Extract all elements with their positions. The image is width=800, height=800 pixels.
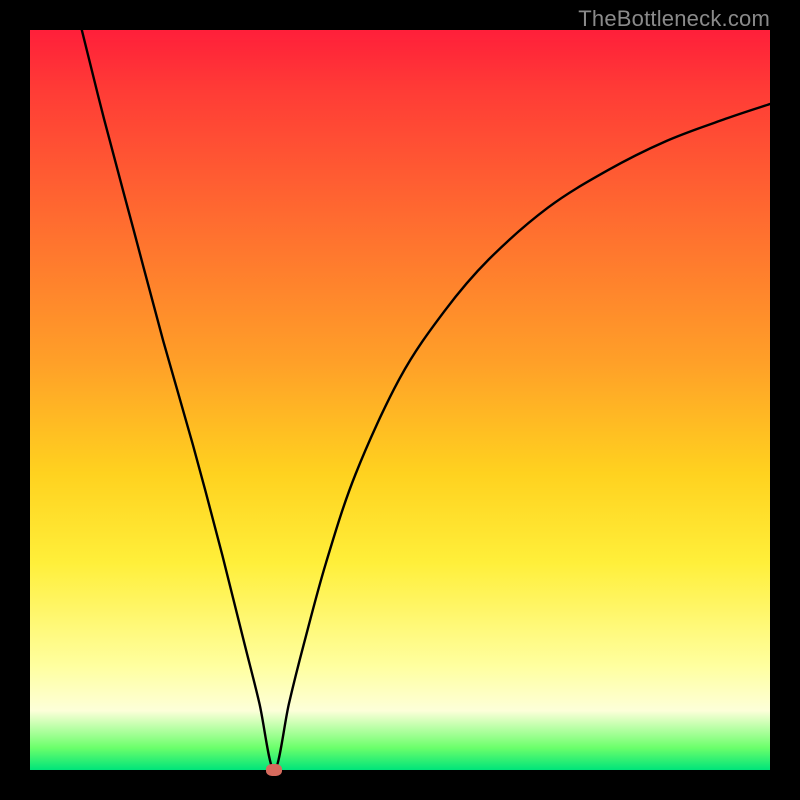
curve-path xyxy=(82,30,770,770)
plot-area xyxy=(30,30,770,770)
bottleneck-curve xyxy=(30,30,770,770)
watermark-text: TheBottleneck.com xyxy=(578,6,770,32)
optimum-marker xyxy=(266,764,282,776)
chart-frame: TheBottleneck.com xyxy=(0,0,800,800)
